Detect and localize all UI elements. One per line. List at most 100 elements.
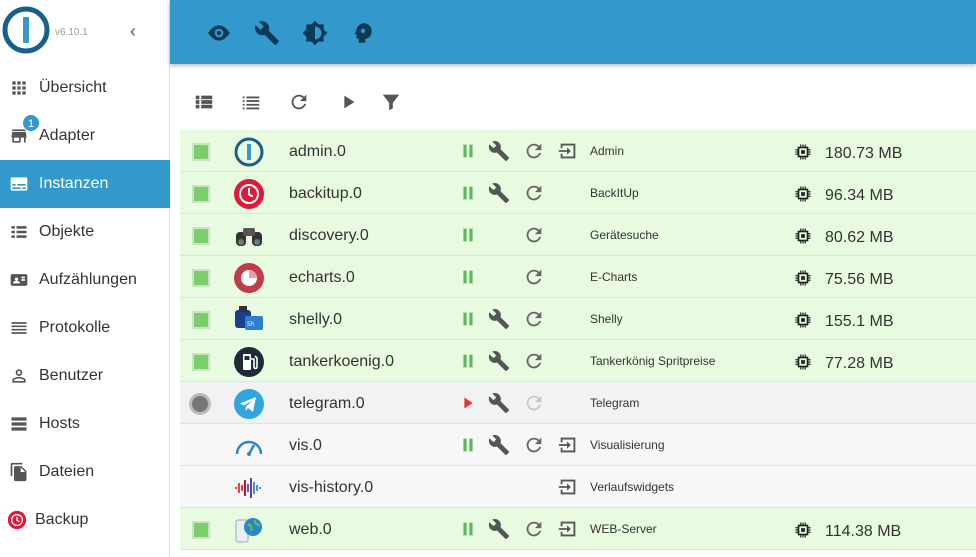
sidebar-item-übersicht[interactable]: Übersicht [0, 64, 170, 112]
instance-title: E-Charts [590, 270, 638, 284]
restart-instance-icon[interactable] [523, 434, 545, 456]
status-running-indicator [192, 353, 210, 371]
adapter-update-badge: 1 [22, 114, 40, 132]
restart-instance-icon[interactable] [523, 266, 545, 288]
sidebar-item-objekte[interactable]: Objekte [0, 208, 170, 256]
memory-chip-icon [794, 143, 812, 161]
status-stopped-indicator [189, 393, 211, 415]
pause-instance-icon[interactable] [457, 350, 479, 372]
sidebar-item-instanzen[interactable]: Instanzen [0, 160, 170, 208]
instance-title: BackItUp [590, 186, 639, 200]
restart-instance-icon[interactable] [523, 224, 545, 246]
memory-usage: 180.73 MB [825, 145, 903, 162]
sidebar-item-label: Protokolle [39, 319, 111, 336]
binoculars-icon [233, 220, 265, 252]
sidebar-item-protokolle[interactable]: Protokolle [0, 304, 170, 352]
settings-wrench-icon[interactable] [488, 140, 510, 162]
eye-icon[interactable] [206, 20, 232, 46]
open-web-link-icon[interactable] [557, 434, 579, 456]
settings-wrench-icon[interactable] [488, 350, 510, 372]
status-running-indicator [192, 521, 210, 539]
fuel-icon [233, 346, 265, 378]
list-view-icon[interactable] [240, 91, 262, 113]
sidebar-item-label: Hosts [39, 415, 80, 432]
echarts-icon [233, 262, 265, 294]
files-icon [9, 462, 29, 482]
refresh-icon[interactable] [288, 91, 310, 113]
top-bar [170, 0, 976, 64]
backitup-icon [233, 178, 265, 210]
memory-usage: 155.1 MB [825, 313, 894, 330]
instance-row: vis-history.0 Verlaufswidgets [180, 466, 976, 508]
status-running-indicator [192, 311, 210, 329]
pause-instance-icon[interactable] [457, 308, 479, 330]
memory-usage: 77.28 MB [825, 355, 894, 372]
sidebar-item-label: Adapter [39, 127, 96, 144]
sidebar-item-backup[interactable]: Backup [0, 496, 170, 544]
instance-title: Admin [590, 144, 625, 158]
web-icon [233, 514, 265, 546]
vis-icon [233, 430, 265, 462]
instance-name: tankerkoenig.0 [289, 353, 394, 370]
open-web-link-icon[interactable] [557, 518, 579, 540]
settings-wrench-icon[interactable] [488, 308, 510, 330]
sidebar-item-hosts[interactable]: Hosts [0, 400, 170, 448]
instance-title: Gerätesuche [590, 228, 659, 242]
settings-wrench-icon[interactable] [488, 518, 510, 540]
collapse-sidebar-icon[interactable]: ‹ [130, 22, 146, 40]
instances-table: admin.0 Admin 180.73 MB backitup.0 BackItUp 9… [180, 130, 976, 550]
sidebar-item-aufzählungen[interactable]: Aufzählungen [0, 256, 170, 304]
sidebar-item-label: Übersicht [39, 79, 107, 96]
instance-title: Telegram [590, 396, 640, 410]
instance-row: Sh shelly.0 Shelly 155.1 MB [180, 298, 976, 340]
instance-row: backitup.0 BackItUp 96.34 MB [180, 172, 976, 214]
sidebar-item-dateien[interactable]: Dateien [0, 448, 170, 496]
memory-usage: 96.34 MB [825, 187, 894, 204]
play-icon[interactable] [337, 91, 359, 113]
memory-chip-icon [794, 269, 812, 287]
shelly-icon: Sh [233, 304, 265, 336]
memory-usage: 75.56 MB [825, 271, 894, 288]
open-web-link-icon[interactable] [557, 140, 579, 162]
sidebar-item-label: Objekte [39, 223, 95, 240]
theme-icon[interactable] [302, 20, 328, 46]
filter-icon[interactable] [380, 91, 402, 113]
instance-row: web.0 WEB-Server 114.38 MB [180, 508, 976, 550]
open-web-link-icon[interactable] [557, 476, 579, 498]
pause-instance-icon[interactable] [457, 518, 479, 540]
start-instance-icon[interactable] [457, 392, 479, 414]
memory-chip-icon [794, 353, 812, 371]
restart-instance-icon[interactable] [523, 518, 545, 540]
expert-mode-icon[interactable] [350, 20, 376, 46]
sidebar-item-label: Benutzer [39, 367, 104, 384]
wrench-icon[interactable] [254, 20, 280, 46]
pause-instance-icon[interactable] [457, 224, 479, 246]
pause-instance-icon[interactable] [457, 140, 479, 162]
backup-icon [7, 510, 27, 530]
pause-instance-icon[interactable] [457, 182, 479, 204]
memory-usage: 114.38 MB [825, 523, 902, 540]
status-running-indicator [192, 269, 210, 287]
restart-instance-icon[interactable] [523, 182, 545, 204]
admin-icon [233, 136, 265, 168]
instance-name: discovery.0 [289, 227, 369, 244]
hosts-icon [9, 414, 29, 434]
settings-wrench-icon[interactable] [488, 392, 510, 414]
memory-chip-icon [794, 185, 812, 203]
settings-wrench-icon[interactable] [488, 434, 510, 456]
memory-usage: 80.62 MB [825, 229, 894, 246]
compact-view-icon[interactable] [193, 91, 215, 113]
restart-instance-icon[interactable] [523, 350, 545, 372]
restart-instance-icon[interactable] [523, 140, 545, 162]
restart-instance-icon[interactable] [523, 308, 545, 330]
pause-instance-icon[interactable] [457, 434, 479, 456]
instance-name: backitup.0 [289, 185, 362, 202]
settings-wrench-icon[interactable] [488, 182, 510, 204]
sidebar-item-label: Aufzählungen [39, 271, 137, 288]
memory-chip-icon [794, 521, 812, 539]
instance-title: Shelly [590, 312, 623, 326]
vis-history-icon [233, 472, 265, 504]
instance-row: tankerkoenig.0 Tankerkönig Spritpreise 77.… [180, 340, 976, 382]
sidebar-item-benutzer[interactable]: Benutzer [0, 352, 170, 400]
pause-instance-icon[interactable] [457, 266, 479, 288]
